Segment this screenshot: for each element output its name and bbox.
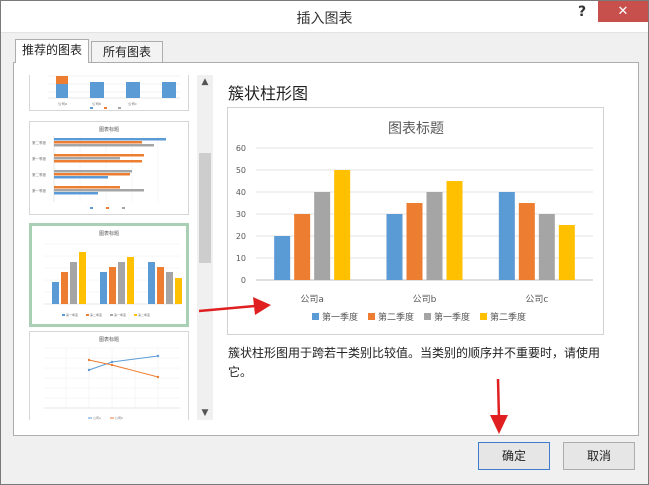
thumb-bar	[90, 82, 104, 98]
bar	[426, 192, 443, 280]
y-tick-label: 0	[241, 276, 246, 285]
bar	[314, 192, 331, 280]
legend-swatch	[368, 313, 375, 320]
y-tick-label: 60	[236, 144, 246, 153]
y-tick-label: 50	[236, 166, 246, 175]
thumb-title: 图表标题	[99, 336, 119, 343]
bar	[294, 214, 311, 280]
bar	[538, 214, 555, 280]
bar	[274, 236, 291, 280]
thumb-axis-label: 公司a	[58, 101, 67, 106]
bar	[446, 181, 463, 280]
thumbnail-scrollbar[interactable]: ▲ ▼	[197, 75, 213, 420]
chart-description: 簇状柱形图用于跨若干类别比较值。当类别的顺序并不重要时，请使用它。	[228, 346, 601, 379]
close-icon[interactable]: ✕	[598, 1, 648, 22]
thumb-row-label: 第二季度	[32, 140, 46, 145]
legend-label: 第一季度	[322, 311, 358, 323]
scroll-up-icon[interactable]: ▲	[197, 75, 213, 89]
thumb-row-label: 第一季度	[32, 188, 46, 193]
bar	[334, 170, 351, 280]
thumb-title: 图表标题	[99, 126, 119, 133]
cancel-button[interactable]: 取消	[563, 442, 635, 470]
legend-label: 第二季度	[490, 311, 526, 323]
title-bar: 插入图表 ? ✕	[1, 1, 648, 33]
thumb-bar	[56, 76, 68, 84]
x-tick-label: 公司b	[413, 294, 437, 305]
dialog-title: 插入图表	[296, 11, 353, 27]
bar	[386, 214, 403, 280]
thumb-legend-label: 第二季度	[90, 312, 102, 317]
bar	[406, 203, 423, 280]
thumb-legend-label: 第二季度	[138, 312, 150, 317]
thumb-title: 图表标题	[99, 230, 119, 237]
thumb-legend-label: 公司a	[93, 415, 101, 420]
y-tick-label: 40	[236, 188, 246, 197]
tab-all-charts[interactable]: 所有图表	[91, 41, 163, 63]
legend-label: 第二季度	[378, 311, 414, 323]
chart-title: 图表标题	[388, 121, 444, 137]
thumb-axis-label: 公司b	[92, 101, 102, 106]
tab-recommended-charts[interactable]: 推荐的图表	[15, 39, 89, 63]
insert-chart-dialog: 插入图表 ? ✕ 推荐的图表 所有图表 公司a 公司b 公司c 图表标题 第二季…	[0, 0, 649, 485]
x-tick-label: 公司c	[525, 294, 548, 305]
thumb-bar	[162, 82, 176, 98]
thumb-legend-label: 公司b	[115, 415, 123, 420]
thumb-row-label: 第二季度	[32, 172, 46, 177]
thumb-bar	[56, 84, 68, 98]
chart-thumbnail-clustered-bar[interactable]: 图表标题 第二季度 第一季度 第二季度 第一季度	[29, 121, 189, 215]
chart-thumbnail-clustered-column-selected[interactable]: 图表标题 第一季度 第二季度 第一季度 第二季度	[29, 223, 189, 327]
thumb-legend-label: 第一季度	[114, 312, 126, 317]
legend-swatch	[480, 313, 487, 320]
chart-type-heading: 簇状柱形图	[228, 84, 309, 103]
thumb-axis-label: 公司c	[128, 101, 137, 106]
recommended-chart-list: 公司a 公司b 公司c 图表标题 第二季度 第一季度 第二季度 第一季度 图表标…	[21, 75, 197, 420]
help-icon[interactable]: ?	[574, 4, 590, 24]
bar	[558, 225, 575, 280]
y-tick-label: 30	[236, 210, 246, 219]
chart-thumbnail-column-by-company[interactable]: 公司a 公司b 公司c	[29, 75, 189, 111]
y-tick-label: 20	[236, 232, 246, 241]
x-tick-label: 公司a	[300, 294, 324, 305]
preview-chart-svg: 图表标题 0 10 20 30 40 50 60 公司a 公司b 公司c 第一季度 第二季度 第一季度 第二…	[236, 121, 593, 323]
chart-thumbnail-line[interactable]: 图表标题 公司a 公司b	[29, 331, 189, 420]
thumb-legend-label: 第一季度	[66, 312, 78, 317]
legend-swatch	[424, 313, 431, 320]
thumb-row-label: 第一季度	[32, 156, 46, 161]
y-tick-label: 10	[236, 254, 246, 263]
legend-label: 第一季度	[434, 311, 470, 323]
scroll-thumb[interactable]	[199, 153, 211, 263]
thumb-bar	[126, 82, 140, 98]
chart-preview: 图表标题 0 10 20 30 40 50 60 公司a 公司b 公司c 第一季度 第二季度 第一季度 第二…	[227, 107, 604, 335]
bar	[498, 192, 515, 280]
bar	[518, 203, 535, 280]
legend-swatch	[312, 313, 319, 320]
scroll-down-icon[interactable]: ▼	[197, 406, 213, 420]
ok-button[interactable]: 确定	[478, 442, 550, 470]
